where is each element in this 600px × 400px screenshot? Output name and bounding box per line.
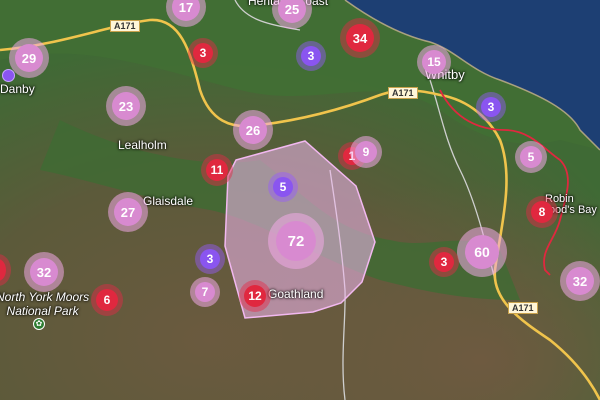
cluster-marker[interactable]: 11 (201, 154, 233, 186)
cluster-marker[interactable]: 72 (268, 213, 324, 269)
cluster-count: 12 (244, 285, 266, 307)
cluster-marker[interactable]: 3 (188, 38, 218, 68)
cluster-marker[interactable]: 3 (296, 41, 326, 71)
cluster-count: 3 (193, 43, 213, 63)
cluster-count: 72 (276, 221, 316, 261)
cluster-marker[interactable]: 27 (108, 192, 148, 232)
cluster-marker[interactable]: 34 (340, 18, 380, 58)
cluster-count: 8 (531, 201, 553, 223)
cluster-count: 27 (114, 198, 142, 226)
cluster-marker[interactable]: 32 (24, 252, 64, 292)
cluster-count: 23 (112, 92, 140, 120)
cluster-marker[interactable]: 3 (429, 247, 459, 277)
place-label-glaisdale: Glaisdale (143, 194, 194, 208)
cluster-marker[interactable]: 12 (239, 280, 271, 312)
place-label-goathland: Goathland (268, 287, 324, 301)
cluster-marker[interactable]: 32 (560, 261, 600, 301)
cluster-marker[interactable]: 23 (106, 86, 146, 126)
cluster-count: 5 (520, 146, 542, 168)
cluster-count: 11 (206, 159, 228, 181)
cluster-count: 34 (346, 24, 374, 52)
place-label-north-york-moors: North York Moors National Park (0, 290, 89, 318)
map-view[interactable]: Heritage Coast Whitby Danby Lealholm Gla… (0, 0, 600, 400)
cluster-count: 15 (422, 50, 446, 74)
cluster-marker[interactable]: 29 (9, 38, 49, 78)
cluster-marker[interactable]: 9 (350, 136, 382, 168)
place-label-danby: Danby (0, 82, 35, 96)
cluster-marker[interactable]: 3 (476, 92, 506, 122)
road-label-a171: A171 (110, 20, 140, 32)
cluster-count: 3 (481, 97, 501, 117)
park-icon: ✿ (33, 318, 45, 330)
cluster-count: 26 (239, 116, 267, 144)
cluster-marker[interactable]: 60 (457, 227, 507, 277)
place-label-lealholm: Lealholm (118, 138, 167, 152)
cluster-count: 29 (15, 44, 43, 72)
park-label-line2: National Park (6, 304, 79, 318)
cluster-marker[interactable]: 8 (526, 196, 558, 228)
cluster-marker[interactable]: 26 (233, 110, 273, 150)
cluster-marker[interactable]: 15 (417, 45, 451, 79)
road-label-a171: A171 (388, 87, 418, 99)
cluster-count: 25 (278, 0, 306, 23)
cluster-count: 6 (96, 289, 118, 311)
cluster-count: 9 (355, 141, 377, 163)
cluster-count: 17 (172, 0, 200, 21)
park-label-line1: North York Moors (0, 290, 90, 304)
cluster-marker[interactable]: 6 (91, 284, 123, 316)
cluster-marker[interactable]: 5 (268, 172, 298, 202)
cluster-count: 7 (195, 282, 215, 302)
road-label-a171: A171 (508, 302, 538, 314)
cluster-marker[interactable]: 5 (515, 141, 547, 173)
cluster-count: 5 (273, 177, 293, 197)
cluster-count: 60 (465, 235, 499, 269)
cluster-count: 32 (30, 258, 58, 286)
cluster-count: 32 (566, 267, 594, 295)
cluster-count: 3 (301, 46, 321, 66)
cluster-count: 3 (200, 249, 220, 269)
cluster-count: 3 (434, 252, 454, 272)
cluster-marker[interactable]: 7 (190, 277, 220, 307)
cluster-marker[interactable]: 3 (195, 244, 225, 274)
